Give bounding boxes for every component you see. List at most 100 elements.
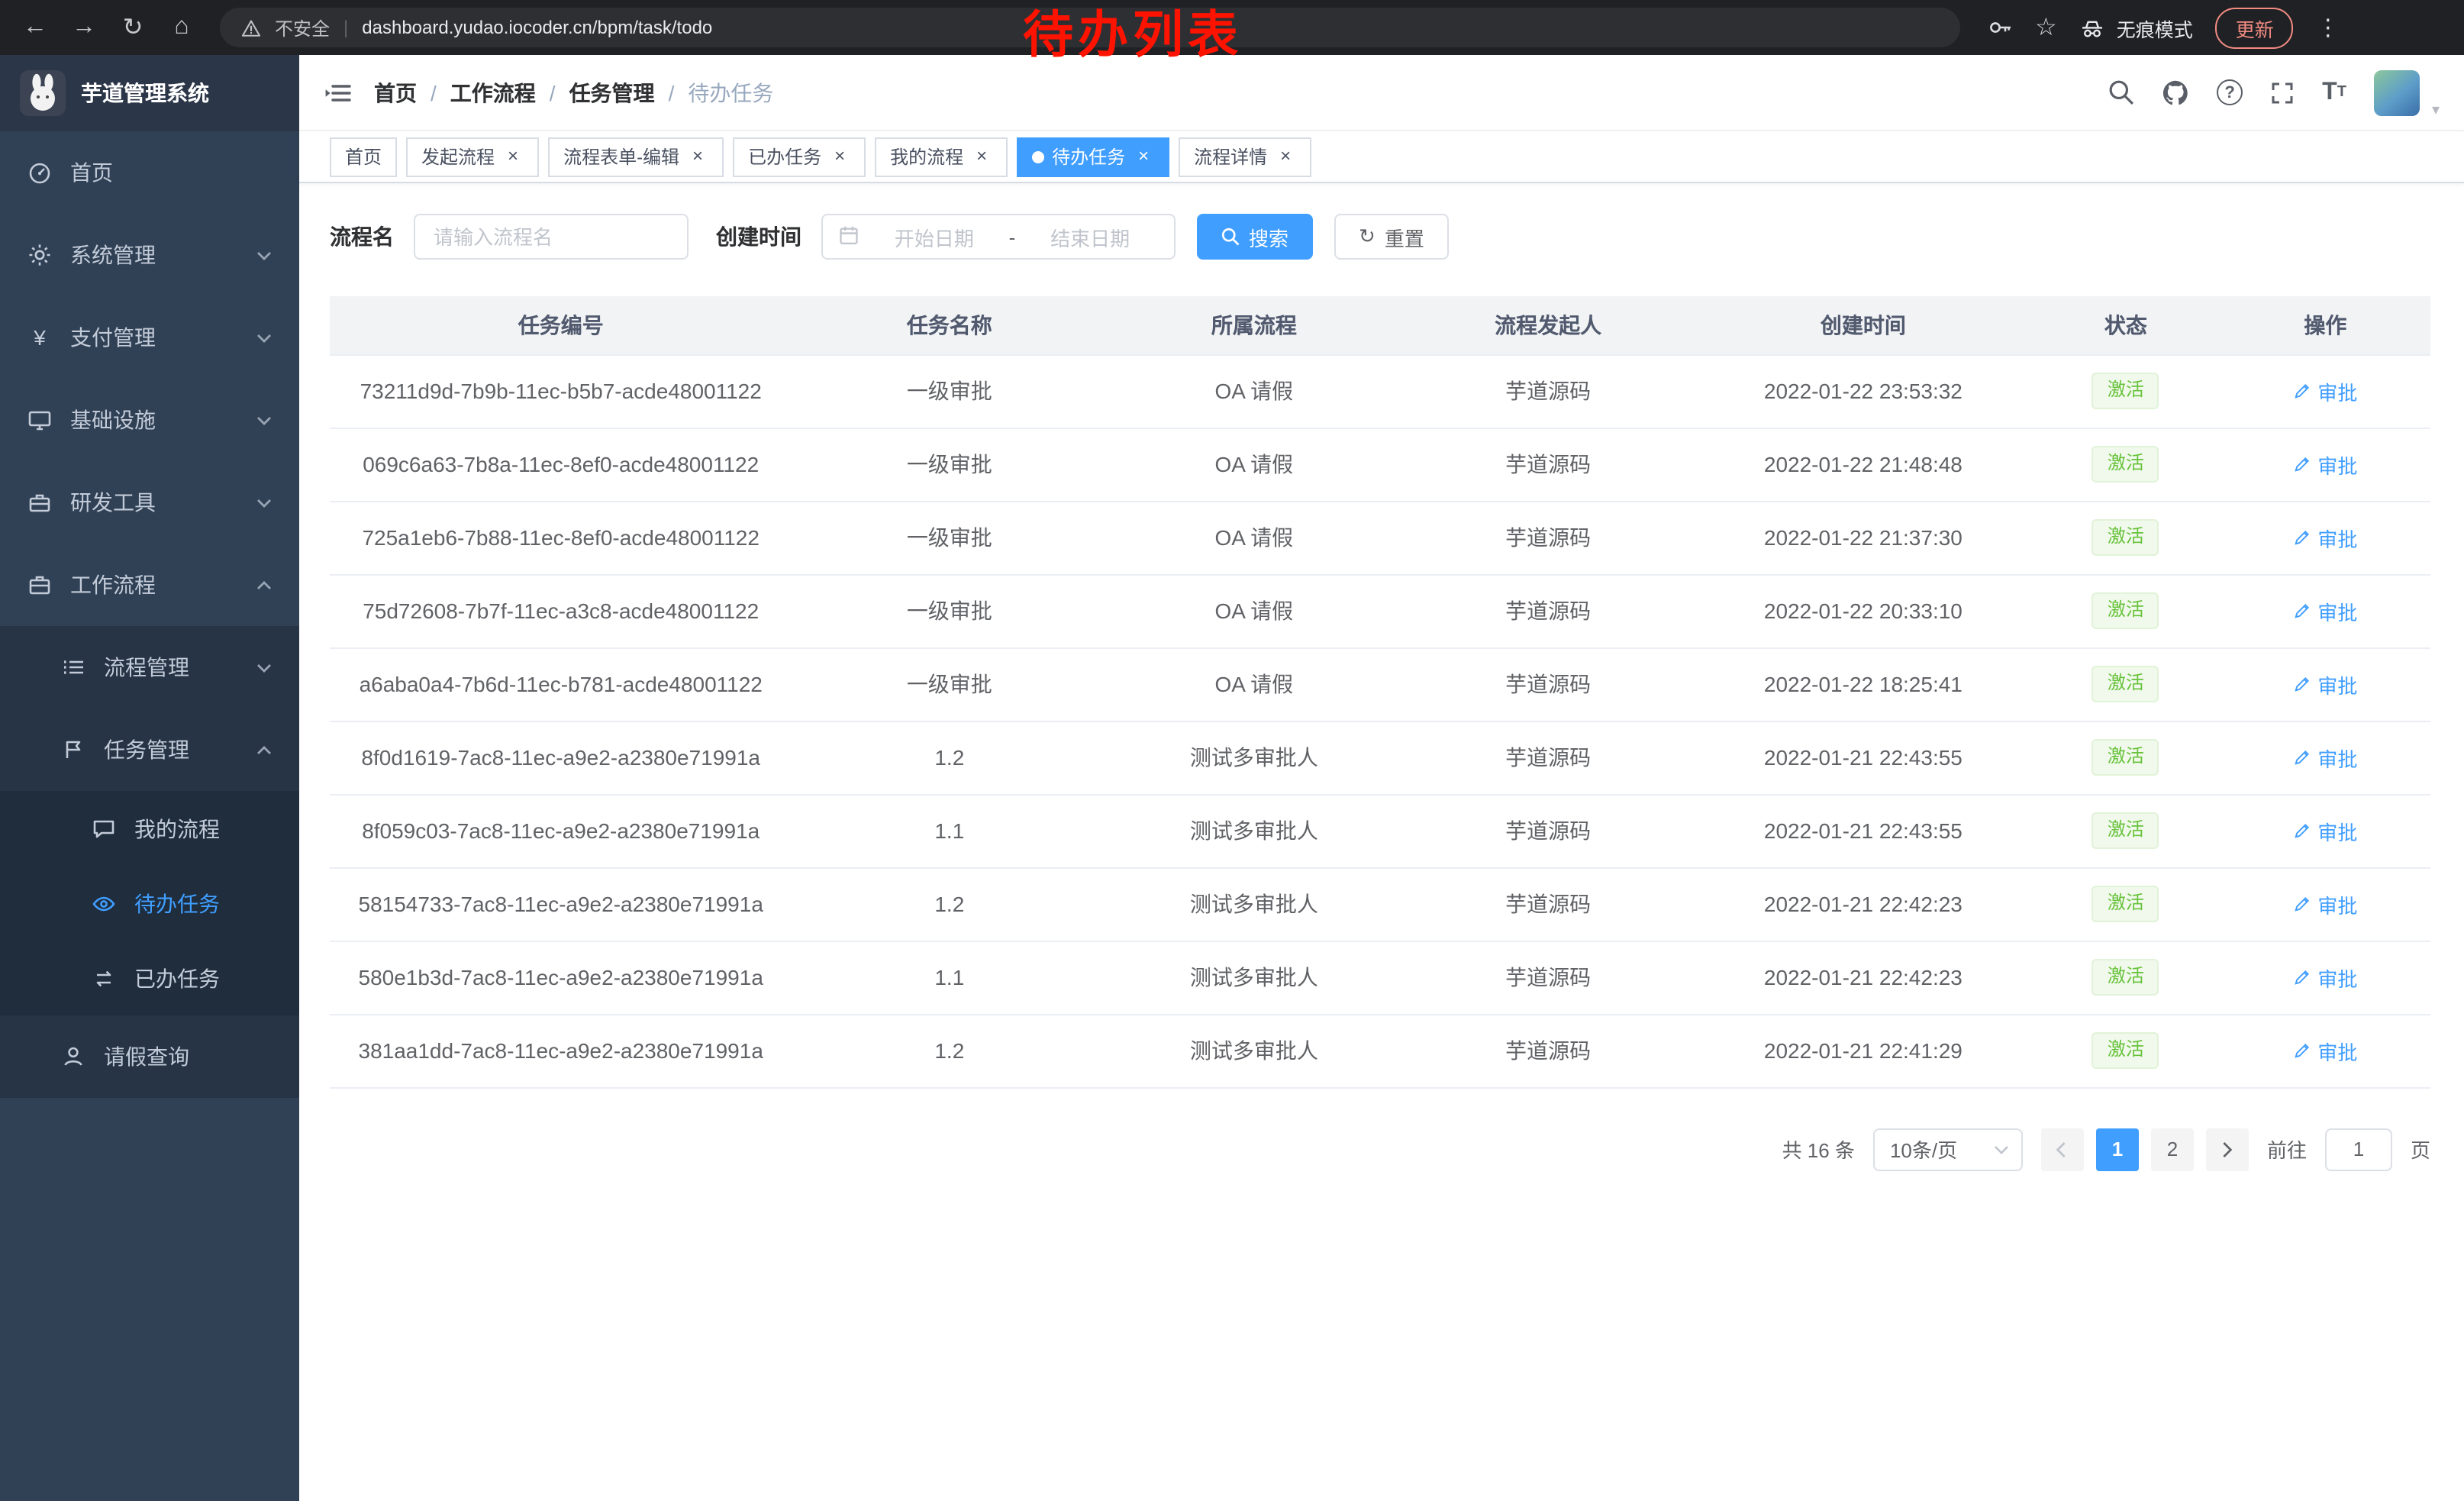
navbar-tools: ? TT ▾ — [2108, 69, 2440, 115]
sidebar-item-my-process[interactable]: 我的流程 — [0, 791, 299, 866]
tab-todo-tasks[interactable]: 待办任务 × — [1017, 137, 1169, 176]
sidebar-item-task-mgmt[interactable]: 任务管理 — [0, 709, 299, 791]
sidebar-item-workflow[interactable]: 工作流程 — [0, 544, 299, 626]
process-name-input[interactable] — [414, 214, 689, 260]
breadcrumb-home[interactable]: 首页 — [374, 77, 417, 108]
github-icon[interactable] — [2162, 79, 2189, 106]
key-icon[interactable] — [1988, 15, 2012, 40]
breadcrumb-current: 待办任务 — [688, 77, 773, 108]
sidebar-item-label: 首页 — [70, 157, 113, 188]
approve-link[interactable]: 审批 — [2293, 670, 2357, 699]
app-title: 芋道管理系统 — [81, 78, 209, 108]
date-range-picker[interactable]: 开始日期 - 结束日期 — [821, 214, 1176, 260]
browser-back-icon[interactable]: ← — [18, 11, 52, 44]
sidebar-item-payment[interactable]: ¥ 支付管理 — [0, 296, 299, 379]
sidebar-item-leave-query[interactable]: 请假查询 — [0, 1015, 299, 1098]
chevron-up-icon — [256, 579, 272, 590]
goto-page-input[interactable] — [2325, 1128, 2392, 1170]
font-size-icon[interactable]: TT — [2322, 80, 2346, 105]
bookmark-star-icon[interactable]: ☆ — [2035, 12, 2057, 43]
close-icon[interactable]: × — [1133, 146, 1154, 167]
sidebar-item-done-tasks[interactable]: 已办任务 — [0, 941, 299, 1015]
security-label: 不安全 — [275, 15, 330, 40]
incognito-label: 无痕模式 — [2117, 13, 2193, 42]
status-badge: 激活 — [2092, 446, 2159, 482]
close-icon[interactable]: × — [971, 146, 992, 167]
tab-process-detail[interactable]: 流程详情 × — [1179, 137, 1311, 176]
table-row: 069c6a63-7b8a-11ec-8ef0-acde48001122 一级审… — [330, 428, 2430, 501]
fullscreen-icon[interactable] — [2270, 80, 2295, 105]
approve-link[interactable]: 审批 — [2293, 889, 2357, 918]
cell-task-name: 1.2 — [792, 867, 1107, 941]
browser-menu-icon[interactable]: ⋮ — [2317, 14, 2340, 41]
help-icon[interactable]: ? — [2217, 79, 2243, 105]
tab-label: 流程表单-编辑 — [563, 144, 679, 169]
cell-task-name: 1.2 — [792, 721, 1107, 794]
approve-link[interactable]: 审批 — [2293, 1036, 2357, 1065]
approve-link[interactable]: 审批 — [2293, 376, 2357, 405]
sidebar-item-label: 系统管理 — [70, 240, 156, 270]
next-page-button[interactable] — [2206, 1128, 2249, 1170]
tab-label: 发起流程 — [421, 144, 495, 169]
yen-icon: ¥ — [27, 325, 52, 350]
approve-link[interactable]: 审批 — [2293, 596, 2357, 625]
gear-icon — [27, 243, 52, 267]
table-row: 73211d9d-7b9b-11ec-b5b7-acde48001122 一级审… — [330, 354, 2430, 428]
approve-link[interactable]: 审批 — [2293, 963, 2357, 992]
cell-process: OA 请假 — [1107, 574, 1401, 647]
edit-icon — [2293, 528, 2311, 547]
prev-page-button[interactable] — [2041, 1128, 2084, 1170]
sidebar-item-process-mgmt[interactable]: 流程管理 — [0, 626, 299, 709]
hamburger-icon[interactable] — [324, 79, 351, 106]
tab-start-process[interactable]: 发起流程 × — [406, 137, 539, 176]
cell-task-id: 8f0d1619-7ac8-11ec-a9e2-a2380e71991a — [330, 721, 792, 794]
col-process: 所属流程 — [1107, 296, 1401, 354]
cell-created: 2022-01-22 21:37:30 — [1695, 501, 2031, 574]
incognito-badge: 无痕模式 — [2080, 13, 2193, 42]
sidebar-item-label: 任务管理 — [104, 734, 189, 765]
page-button-1[interactable]: 1 — [2096, 1128, 2139, 1170]
close-icon[interactable]: × — [687, 146, 708, 167]
browser-update-button[interactable]: 更新 — [2216, 7, 2294, 48]
search-button[interactable]: 搜索 — [1197, 214, 1313, 260]
tab-done-tasks[interactable]: 已办任务 × — [733, 137, 866, 176]
goto-label: 前往 — [2267, 1135, 2307, 1164]
close-icon[interactable]: × — [502, 146, 524, 167]
breadcrumb-workflow[interactable]: 工作流程 — [450, 77, 536, 108]
approve-link[interactable]: 审批 — [2293, 450, 2357, 479]
chevron-down-icon — [256, 415, 272, 425]
sidebar-item-devtools[interactable]: 研发工具 — [0, 461, 299, 544]
avatar[interactable] — [2374, 69, 2420, 115]
page-size-select[interactable]: 10条/页 — [1873, 1128, 2023, 1170]
cell-task-name: 一级审批 — [792, 501, 1107, 574]
tab-home[interactable]: 首页 — [330, 137, 397, 176]
search-icon[interactable] — [2108, 79, 2134, 105]
close-icon[interactable]: × — [1275, 146, 1296, 167]
tab-form-edit[interactable]: 流程表单-编辑 × — [548, 137, 724, 176]
app-logo[interactable]: 芋道管理系统 — [0, 55, 299, 131]
edit-icon — [2293, 748, 2311, 767]
browser-reload-icon[interactable]: ↻ — [116, 11, 150, 44]
approve-link[interactable]: 审批 — [2293, 523, 2357, 552]
eye-icon — [92, 891, 116, 915]
approve-link[interactable]: 审批 — [2293, 816, 2357, 845]
sidebar-item-infrastructure[interactable]: 基础设施 — [0, 379, 299, 461]
tab-my-process[interactable]: 我的流程 × — [875, 137, 1008, 176]
task-submenu: 我的流程 待办任务 已办任务 — [0, 791, 299, 1015]
cell-created: 2022-01-22 23:53:32 — [1695, 354, 2031, 428]
browser-forward-icon[interactable]: → — [67, 11, 101, 44]
url-text: dashboard.yudao.iocoder.cn/bpm/task/todo — [362, 17, 712, 38]
workflow-submenu: 流程管理 任务管理 我的流程 — [0, 626, 299, 1098]
page-button-2[interactable]: 2 — [2151, 1128, 2194, 1170]
status-badge: 激活 — [2092, 739, 2159, 775]
approve-link[interactable]: 审批 — [2293, 743, 2357, 772]
reset-button[interactable]: ↻ 重置 — [1334, 214, 1449, 260]
close-icon[interactable]: × — [829, 146, 850, 167]
sidebar-item-home[interactable]: 首页 — [0, 131, 299, 214]
browser-home-icon[interactable]: ⌂ — [165, 11, 198, 44]
breadcrumb-task-mgmt[interactable]: 任务管理 — [569, 77, 655, 108]
page-size-value: 10条/页 — [1890, 1135, 1957, 1164]
sidebar-item-todo-tasks[interactable]: 待办任务 — [0, 866, 299, 941]
sidebar-item-system[interactable]: 系统管理 — [0, 214, 299, 296]
cell-task-id: 73211d9d-7b9b-11ec-b5b7-acde48001122 — [330, 354, 792, 428]
